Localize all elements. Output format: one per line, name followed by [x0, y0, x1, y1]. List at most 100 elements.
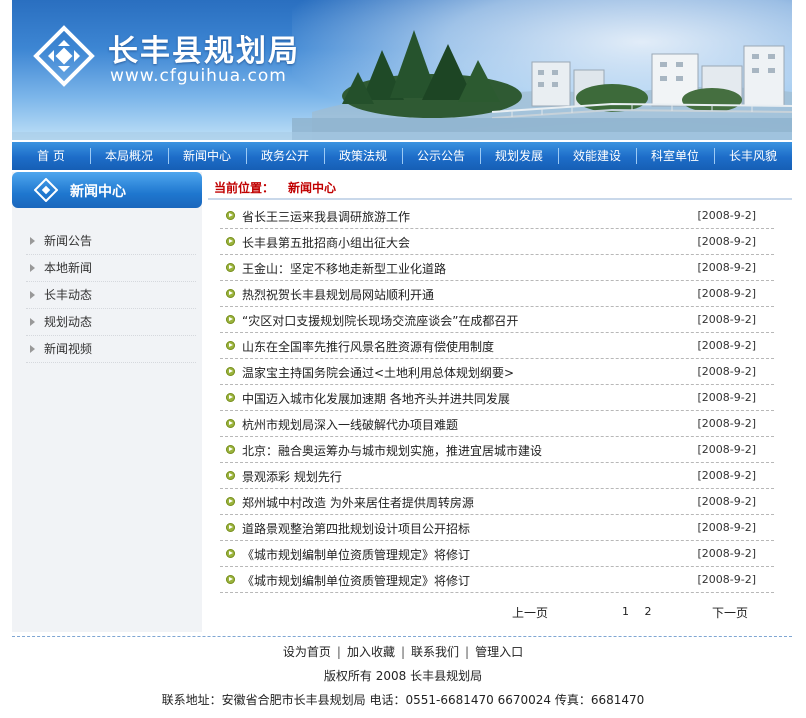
- next-page-link[interactable]: 下一页: [712, 604, 748, 621]
- news-item[interactable]: 山东在全国率先推行风景名胜资源有偿使用制度 [2008-9-2]: [220, 333, 774, 359]
- prev-page-link[interactable]: 上一页: [512, 604, 548, 621]
- news-item[interactable]: 景观添彩 规划先行 [2008-9-2]: [220, 463, 774, 489]
- sidebar-item-changfeng-updates[interactable]: 长丰动态: [26, 282, 196, 309]
- sidebar-menu: 新闻公告 本地新闻 长丰动态 规划动态 新闻视频: [26, 228, 196, 363]
- nav-item-policies[interactable]: 政策法规: [324, 142, 402, 170]
- arrow-right-icon: [30, 345, 35, 353]
- pagination: 上一页 1 2 下一页: [208, 604, 792, 624]
- sidebar-item-label: 长丰动态: [44, 288, 93, 302]
- news-title[interactable]: 中国迈入城市化发展加速期 各地齐头并进共同发展: [242, 390, 510, 407]
- news-title[interactable]: 《城市规划编制单位资质管理规定》将修订: [242, 572, 470, 589]
- breadcrumb: 当前位置： 新闻中心: [208, 176, 792, 200]
- news-title[interactable]: 北京：融合奥运筹办与城市规划实施，推进宜居城市建设: [242, 442, 542, 459]
- bullet-icon: [226, 419, 235, 428]
- footer-separator: |: [400, 645, 406, 659]
- news-date: [2008-9-2]: [697, 235, 756, 248]
- nav-item-planning[interactable]: 规划发展: [480, 142, 558, 170]
- contact-info: 联系地址：安徽省合肥市长丰县规划局 电话：0551-6681470 667002…: [161, 693, 645, 707]
- arrow-right-icon: [30, 318, 35, 326]
- news-date: [2008-9-2]: [697, 469, 756, 482]
- sidebar-item-news-notices[interactable]: 新闻公告: [26, 228, 196, 255]
- news-date: [2008-9-2]: [697, 261, 756, 274]
- news-item[interactable]: 《城市规划编制单位资质管理规定》将修订 [2008-9-2]: [220, 541, 774, 567]
- footer-links: 设为首页 | 加入收藏 | 联系我们 | 管理入口: [0, 644, 806, 664]
- nav-item-scenery[interactable]: 长丰风貌: [714, 142, 792, 170]
- news-date: [2008-9-2]: [697, 573, 756, 586]
- breadcrumb-label: 当前位置：: [214, 181, 275, 195]
- nav-item-home[interactable]: 首 页: [12, 142, 90, 170]
- bullet-icon: [226, 237, 235, 246]
- news-title[interactable]: 王金山：坚定不移地走新型工业化道路: [242, 260, 446, 277]
- news-date: [2008-9-2]: [697, 391, 756, 404]
- news-date: [2008-9-2]: [697, 521, 756, 534]
- news-item[interactable]: 王金山：坚定不移地走新型工业化道路 [2008-9-2]: [220, 255, 774, 281]
- nav-item-departments[interactable]: 科室单位: [636, 142, 714, 170]
- sidebar-item-local-news[interactable]: 本地新闻: [26, 255, 196, 282]
- news-date: [2008-9-2]: [697, 417, 756, 430]
- site-header: 长丰县规划局 www.cfguihua.com: [12, 0, 792, 140]
- news-item[interactable]: 《城市规划编制单位资质管理规定》将修订 [2008-9-2]: [220, 567, 774, 593]
- news-date: [2008-9-2]: [697, 443, 756, 456]
- news-title[interactable]: 郑州城中村改造 为外来居住者提供周转房源: [242, 494, 474, 511]
- news-item[interactable]: 杭州市规划局深入一线破解代办项目难题 [2008-9-2]: [220, 411, 774, 437]
- footer-separator: |: [336, 645, 341, 659]
- sidebar-item-planning-updates[interactable]: 规划动态: [26, 309, 196, 336]
- contact-us-link[interactable]: 联系我们: [407, 645, 463, 659]
- sidebar-item-news-video[interactable]: 新闻视频: [26, 336, 196, 363]
- bullet-icon: [226, 497, 235, 506]
- news-item[interactable]: 热烈祝贺长丰县规划局网站顺利开通 [2008-9-2]: [220, 281, 774, 307]
- nav-item-efficiency[interactable]: 效能建设: [558, 142, 636, 170]
- bullet-icon: [226, 289, 235, 298]
- nav-item-announcements[interactable]: 公示公告: [402, 142, 480, 170]
- news-title[interactable]: 景观添彩 规划先行: [242, 468, 342, 485]
- news-date: [2008-9-2]: [697, 287, 756, 300]
- news-title[interactable]: 温家宝主持国务院会通过<土地利用总体规划纲要>: [242, 364, 514, 381]
- nav-item-news[interactable]: 新闻中心: [168, 142, 246, 170]
- news-date: [2008-9-2]: [697, 209, 756, 222]
- news-date: [2008-9-2]: [697, 313, 756, 326]
- bullet-icon: [226, 341, 235, 350]
- news-item[interactable]: 道路景观整治第四批规划设计项目公开招标 [2008-9-2]: [220, 515, 774, 541]
- news-item[interactable]: 北京：融合奥运筹办与城市规划实施，推进宜居城市建设 [2008-9-2]: [220, 437, 774, 463]
- news-title[interactable]: 山东在全国率先推行风景名胜资源有偿使用制度: [242, 338, 494, 355]
- sidebar-item-label: 规划动态: [44, 315, 93, 329]
- news-date: [2008-9-2]: [697, 339, 756, 352]
- bullet-icon: [226, 393, 235, 402]
- news-item[interactable]: 郑州城中村改造 为外来居住者提供周转房源 [2008-9-2]: [220, 489, 774, 515]
- news-list: 省长王三运来我县调研旅游工作 [2008-9-2] 长丰县第五批招商小组出征大会 […: [220, 203, 774, 593]
- nav-item-about[interactable]: 本局概况: [90, 142, 168, 170]
- footer-separator: |: [465, 645, 470, 659]
- bullet-icon: [226, 211, 235, 220]
- news-title[interactable]: 杭州市规划局深入一线破解代办项目难题: [242, 416, 458, 433]
- nav-item-government-affairs[interactable]: 政务公开: [246, 142, 324, 170]
- bullet-icon: [226, 263, 235, 272]
- news-item[interactable]: 省长王三运来我县调研旅游工作 [2008-9-2]: [220, 203, 774, 229]
- news-item[interactable]: 中国迈入城市化发展加速期 各地齐头并进共同发展 [2008-9-2]: [220, 385, 774, 411]
- news-title[interactable]: 省长王三运来我县调研旅游工作: [242, 208, 410, 225]
- news-item[interactable]: 长丰县第五批招商小组出征大会 [2008-9-2]: [220, 229, 774, 255]
- sidebar-item-label: 本地新闻: [44, 261, 93, 275]
- news-title[interactable]: “灾区对口支援规划院长现场交流座谈会”在成都召开: [242, 312, 518, 329]
- site-title: 长丰县规划局: [108, 34, 300, 69]
- news-title[interactable]: 道路景观整治第四批规划设计项目公开招标: [242, 520, 470, 537]
- news-date: [2008-9-2]: [697, 365, 756, 378]
- footer-divider: [12, 636, 792, 637]
- news-item[interactable]: “灾区对口支援规划院长现场交流座谈会”在成都召开 [2008-9-2]: [220, 307, 774, 333]
- bullet-icon: [226, 523, 235, 532]
- main-nav: 首 页 本局概况 新闻中心 政务公开 政策法规 公示公告 规划发展 效能建设 科…: [12, 142, 792, 170]
- page-numbers[interactable]: 1 2: [622, 605, 658, 618]
- bullet-icon: [226, 549, 235, 558]
- news-item[interactable]: 温家宝主持国务院会通过<土地利用总体规划纲要> [2008-9-2]: [220, 359, 774, 385]
- news-title[interactable]: 长丰县第五批招商小组出征大会: [242, 234, 410, 251]
- set-homepage-link[interactable]: 设为首页: [279, 645, 335, 659]
- admin-login-link[interactable]: 管理入口: [471, 645, 527, 659]
- bullet-icon: [226, 575, 235, 584]
- add-favorite-link[interactable]: 加入收藏: [343, 645, 399, 659]
- breadcrumb-current: 新闻中心: [288, 181, 337, 195]
- arrow-right-icon: [30, 291, 35, 299]
- site-footer: 设为首页 | 加入收藏 | 联系我们 | 管理入口 版权所有 2008 长丰县规划局 联系地…: [0, 644, 806, 708]
- arrow-right-icon: [30, 237, 35, 245]
- bullet-icon: [226, 445, 235, 454]
- news-title[interactable]: 《城市规划编制单位资质管理规定》将修订: [242, 546, 470, 563]
- news-title[interactable]: 热烈祝贺长丰县规划局网站顺利开通: [242, 286, 434, 303]
